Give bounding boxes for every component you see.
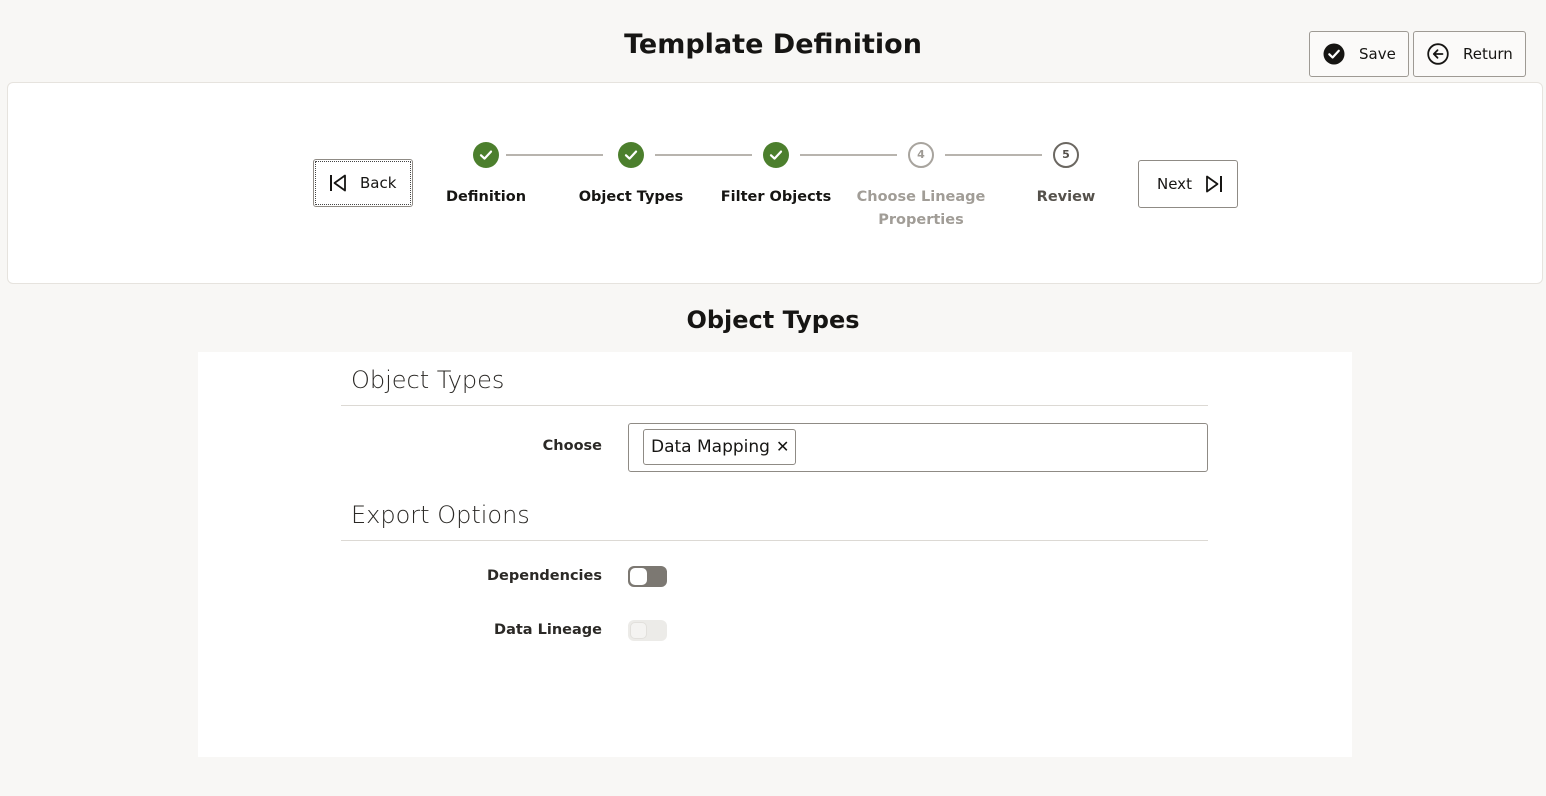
check-icon bbox=[479, 150, 493, 160]
train-connector bbox=[655, 154, 752, 156]
step-object-types-node[interactable] bbox=[618, 142, 644, 168]
step-definition-label[interactable]: Definition bbox=[411, 186, 561, 209]
step-filter-objects-node[interactable] bbox=[763, 142, 789, 168]
step-filter-objects-label[interactable]: Filter Objects bbox=[701, 186, 851, 209]
first-page-icon bbox=[328, 173, 348, 193]
train-connector bbox=[506, 154, 603, 156]
train-connector bbox=[800, 154, 897, 156]
data-lineage-label: Data Lineage bbox=[494, 622, 602, 638]
chip-label: Data Mapping bbox=[651, 437, 770, 457]
dependencies-toggle[interactable] bbox=[628, 566, 667, 587]
last-page-icon bbox=[1204, 174, 1224, 194]
back-button[interactable]: Back bbox=[313, 159, 413, 207]
train-connector bbox=[945, 154, 1042, 156]
object-types-select[interactable]: Data Mapping ✕ bbox=[628, 423, 1208, 472]
step-review-label[interactable]: Review bbox=[991, 186, 1141, 209]
divider bbox=[341, 405, 1208, 406]
choose-label: Choose bbox=[542, 438, 602, 454]
return-button-label: Return bbox=[1463, 45, 1513, 63]
section-heading: Object Types bbox=[686, 306, 860, 334]
arrow-left-circle-icon bbox=[1427, 43, 1449, 65]
save-button-label: Save bbox=[1359, 45, 1396, 63]
save-button[interactable]: Save bbox=[1309, 31, 1409, 77]
check-icon bbox=[624, 150, 638, 160]
back-button-label: Back bbox=[360, 174, 397, 192]
step-choose-lineage-label: Choose Lineage Properties bbox=[856, 189, 986, 228]
data-lineage-toggle bbox=[628, 620, 667, 641]
selected-chip: Data Mapping ✕ bbox=[643, 429, 797, 465]
next-button-label: Next bbox=[1157, 175, 1192, 193]
step-review-node[interactable]: 5 bbox=[1053, 142, 1079, 168]
step-number: 4 bbox=[917, 148, 925, 161]
return-button[interactable]: Return bbox=[1413, 31, 1526, 77]
train-panel: Back 4 5 Definition Object Types Filter … bbox=[7, 82, 1543, 284]
close-icon[interactable]: ✕ bbox=[776, 439, 789, 455]
step-definition-node[interactable] bbox=[473, 142, 499, 168]
toggle-knob bbox=[630, 622, 647, 639]
next-button[interactable]: Next bbox=[1138, 160, 1238, 208]
step-choose-lineage-node: 4 bbox=[908, 142, 934, 168]
step-number: 5 bbox=[1062, 148, 1070, 161]
divider bbox=[341, 540, 1208, 541]
export-options-group-title: Export Options bbox=[351, 501, 530, 529]
dependencies-label: Dependencies bbox=[487, 568, 602, 584]
toggle-knob bbox=[630, 568, 647, 585]
object-types-group-title: Object Types bbox=[351, 366, 505, 394]
check-circle-icon bbox=[1323, 43, 1345, 65]
form-card: Object Types Choose Data Mapping ✕ Expor… bbox=[198, 352, 1352, 757]
step-object-types-label[interactable]: Object Types bbox=[556, 186, 706, 209]
check-icon bbox=[769, 150, 783, 160]
